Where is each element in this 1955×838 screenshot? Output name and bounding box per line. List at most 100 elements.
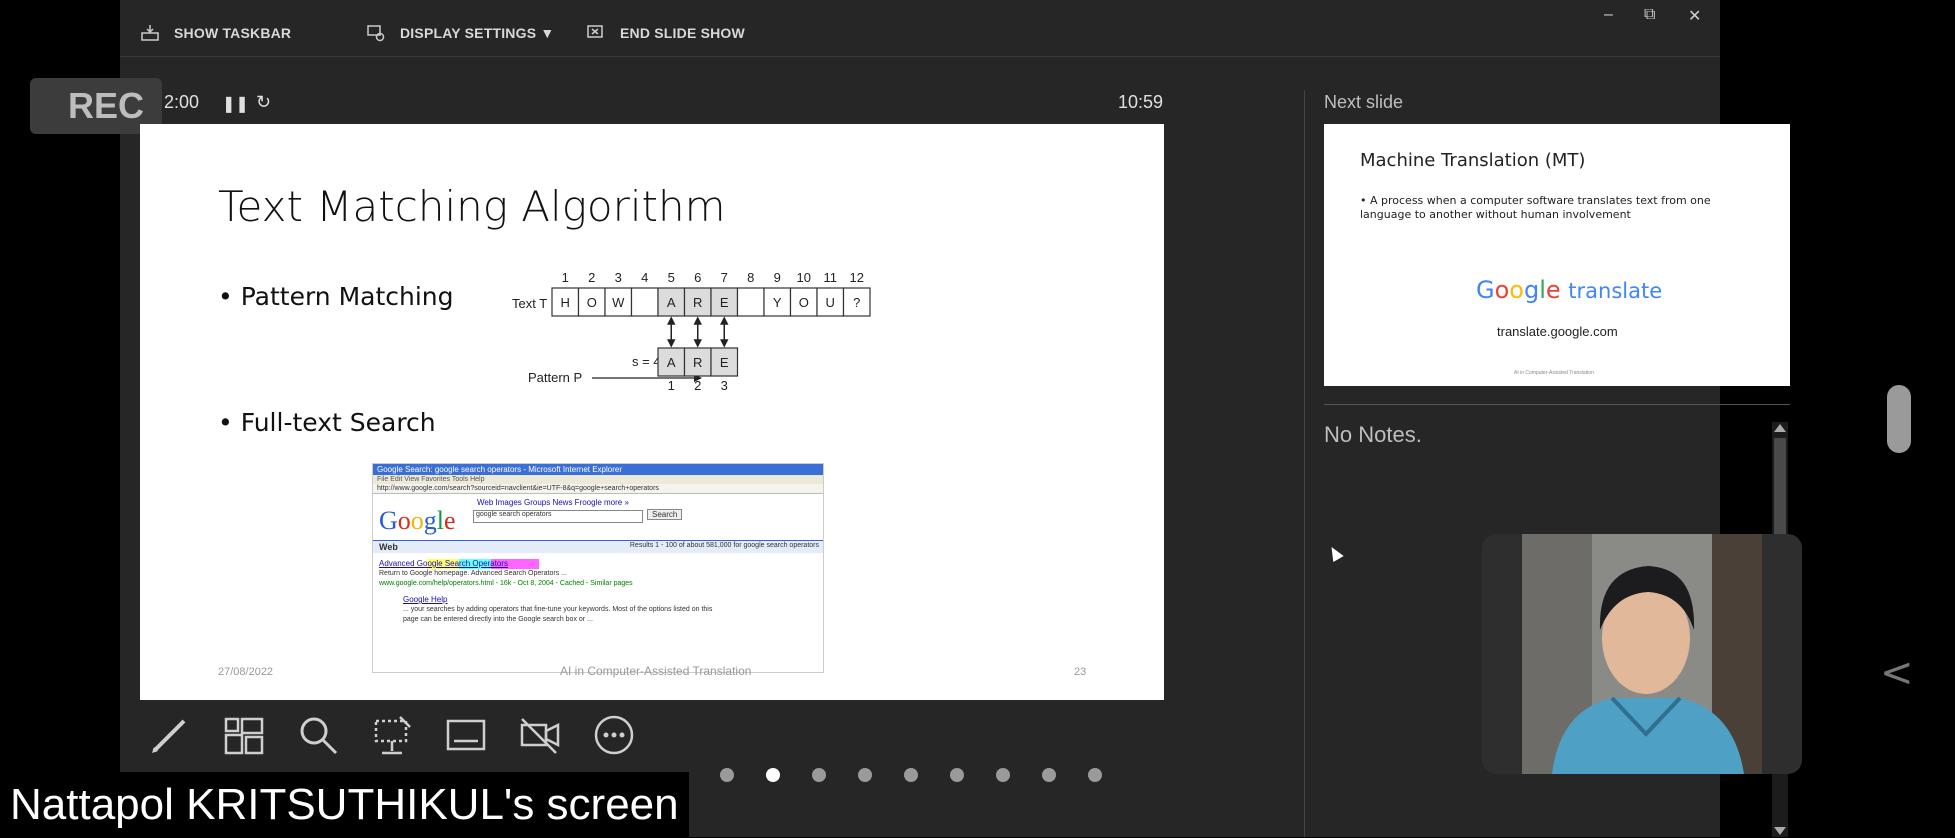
text-char: E (720, 295, 729, 310)
next-slide-title: Machine Translation (MT) (1360, 150, 1586, 171)
pattern-index: 2 (694, 378, 701, 393)
next-slide-label: Next slide (1324, 92, 1404, 112)
scroll-down-icon[interactable] (1774, 827, 1786, 835)
match-arrowhead-down (693, 339, 702, 348)
presenter-tools (140, 710, 644, 760)
pattern-index: 1 (668, 378, 675, 393)
result2-title: Google Help (403, 595, 448, 604)
current-time: 10:59 (1118, 92, 1164, 112)
pattern-matching-diagram: 1 2 3 4 5 6 7 8 9 10 11 12 Text T H O W A R E Y O U? s = 4 … (512, 272, 871, 393)
elapsed-timer: 2:00 (164, 92, 200, 112)
google-query-field: google search operators (473, 510, 643, 523)
ie-title-bar: Google Search: google search operators -… (373, 464, 823, 475)
scroll-up-icon[interactable] (1774, 424, 1786, 432)
see-all-slides-icon[interactable] (214, 710, 274, 760)
page-dot[interactable] (950, 768, 964, 782)
minimize-icon[interactable]: – (1604, 6, 1613, 24)
google-search-button: Search (647, 509, 683, 520)
reset-timer-icon[interactable]: ↻ (256, 92, 271, 113)
text-char: U (826, 295, 835, 310)
taskbar-icon (141, 25, 159, 41)
result1-snippet: Return to Google homepage. Advanced Sear… (379, 570, 567, 577)
text-index: 3 (615, 272, 622, 285)
page-dot[interactable] (904, 768, 918, 782)
page-dot[interactable] (996, 768, 1010, 782)
display-settings-button[interactable]: DISPLAY SETTINGS ▼ (366, 24, 554, 42)
presenter-toolbar: SHOW TASKBAR DISPLAY SETTINGS ▼ END SLID… (120, 0, 1720, 57)
pattern-p-label: Pattern P (528, 370, 582, 385)
text-index: 7 (721, 272, 728, 285)
slide-title: Text Matching Algorithm (218, 182, 726, 231)
page-dot[interactable] (720, 768, 734, 782)
text-index: 8 (747, 272, 754, 285)
presenter-video-feed[interactable] (1482, 534, 1802, 774)
side-panel-handle[interactable] (1887, 385, 1911, 453)
ie-address-bar: http://www.google.com/search?sourceid=na… (373, 484, 823, 494)
match-arrowhead-up (720, 316, 729, 325)
page-dot[interactable] (1088, 768, 1102, 782)
text-char: O (799, 295, 809, 310)
result2-snippet: ... your searches by adding operators th… (403, 606, 713, 623)
google-translate-logo: Google translate (1476, 276, 1663, 304)
slide-page-number: 23 (1074, 666, 1087, 678)
side-chevron-left-icon[interactable]: < (1880, 650, 1914, 696)
display-gear-icon (367, 25, 385, 42)
google-logo: Google (379, 506, 456, 535)
page-dot[interactable] (812, 768, 826, 782)
result1-title: Advanced Google Search Operators (379, 559, 539, 569)
pane-divider[interactable] (1304, 90, 1305, 837)
current-slide[interactable]: Text Matching Algorithm • Pattern Matchi… (140, 124, 1164, 700)
laser-pointer-icon[interactable] (362, 710, 422, 760)
subtitles-icon[interactable] (436, 710, 496, 760)
scroll-thumb[interactable] (1774, 438, 1786, 538)
google-search-screenshot: Google Search: google search operators -… (372, 463, 824, 673)
match-arrowhead-up (693, 316, 702, 325)
page-indicator (720, 768, 1102, 782)
results-count: Results 1 - 100 of about 581,000 for goo… (629, 542, 819, 549)
pattern-index: 3 (721, 378, 728, 393)
text-index: 5 (668, 272, 675, 285)
zoom-icon[interactable] (288, 710, 348, 760)
text-char: ? (853, 295, 860, 310)
text-index: 1 (562, 272, 569, 285)
text-char: O (587, 295, 597, 310)
page-dot[interactable] (1042, 768, 1056, 782)
text-index: 10 (797, 272, 811, 285)
bullet-full-text-search: • Full-text Search (218, 408, 436, 437)
text-cell (736, 287, 765, 317)
next-slide-footer: AI in Computer-Assisted Translation (1514, 370, 1594, 376)
show-taskbar-button[interactable]: SHOW TASKBAR (140, 24, 291, 42)
page-dot[interactable] (766, 768, 780, 782)
page-dot[interactable] (858, 768, 872, 782)
text-index: 2 (588, 272, 595, 285)
text-t-label: Text T (512, 296, 547, 311)
pattern-char: R (693, 355, 702, 370)
pause-icon[interactable]: ❚❚ (222, 94, 249, 114)
text-cell (630, 287, 659, 317)
pen-tool-icon[interactable] (140, 710, 200, 760)
text-index: 4 (641, 272, 648, 285)
speaker-notes[interactable]: No Notes. (1324, 422, 1422, 448)
text-char: H (561, 295, 570, 310)
screen-share-caption: Nattapol KRITSUTHIKUL's screen (0, 772, 689, 837)
end-slide-show-button[interactable]: END SLIDE SHOW (586, 24, 745, 42)
result1-url: www.google.com/help/operators.html - 16k… (379, 580, 633, 587)
restore-icon[interactable]: ⧉ (1644, 6, 1655, 24)
close-icon[interactable]: ✕ (1688, 6, 1701, 26)
end-show-icon (587, 25, 603, 38)
text-index: 6 (694, 272, 701, 285)
notes-separator (1324, 404, 1790, 405)
text-char: Y (773, 295, 782, 310)
ie-menu-bar: File Edit View Favorites Tools Help (373, 475, 823, 484)
next-slide-thumbnail[interactable]: Machine Translation (MT) • A process whe… (1324, 124, 1790, 386)
more-options-icon[interactable] (584, 710, 644, 760)
shift-label: s = 4 (632, 354, 661, 369)
text-char: R (693, 295, 702, 310)
next-slide-bullet: • A process when a computer software tra… (1360, 194, 1711, 221)
camera-off-icon[interactable] (510, 710, 570, 760)
text-index: 12 (850, 272, 864, 285)
end-slide-show-label: END SLIDE SHOW (620, 25, 745, 41)
show-taskbar-label: SHOW TASKBAR (174, 25, 292, 41)
slide-footer-date: 27/08/2022 (218, 666, 274, 678)
text-index: 11 (824, 272, 838, 285)
